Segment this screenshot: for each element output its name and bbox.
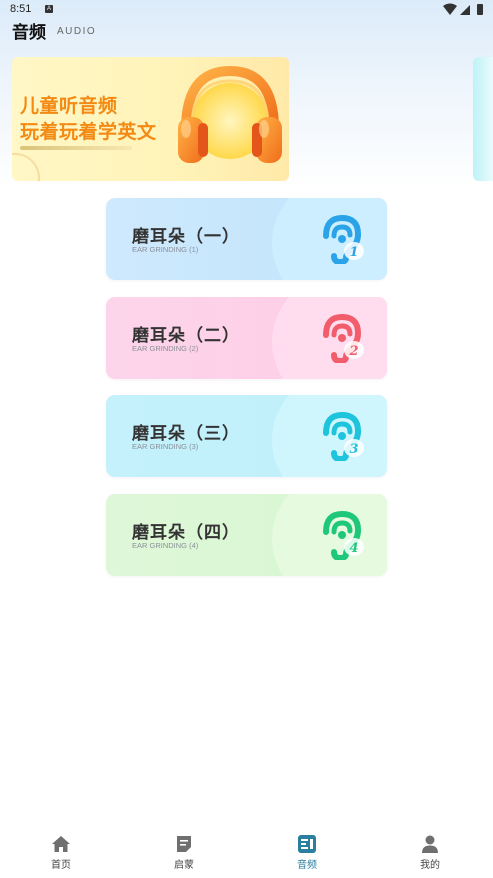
battery-icon bbox=[477, 4, 483, 15]
banner-decoration bbox=[12, 153, 40, 181]
card-subtitle: EAR GRINDING (2) bbox=[132, 344, 199, 353]
ear-grinding-card-3[interactable]: 磨耳朵（三） EAR GRINDING (3) 3 bbox=[106, 395, 387, 477]
user-icon bbox=[422, 835, 438, 853]
card-subtitle: EAR GRINDING (1) bbox=[132, 245, 199, 254]
nav-item-enlightenment[interactable]: 启蒙 bbox=[154, 826, 214, 878]
bottom-nav: 首页 启蒙 音频 我的 bbox=[0, 826, 493, 878]
ear-grinding-card-2[interactable]: 磨耳朵（二） EAR GRINDING (2) 2 bbox=[106, 297, 387, 379]
banner-tagline: 玩着玩着学英文 bbox=[20, 121, 157, 143]
ear-icon: 1 bbox=[323, 215, 364, 264]
headphones-icon bbox=[178, 65, 282, 163]
status-icons bbox=[443, 3, 483, 15]
status-time: 8:51 bbox=[10, 3, 32, 15]
banner[interactable]: 儿童听音频 玩着玩着学英文 bbox=[12, 57, 289, 181]
nav-label: 我的 bbox=[420, 860, 440, 871]
banner-next-slide[interactable] bbox=[473, 57, 493, 181]
card-badge: 1 bbox=[349, 245, 358, 260]
card-badge: 2 bbox=[348, 344, 358, 359]
nav-label: 首页 bbox=[51, 860, 71, 871]
ear-icon: 4 bbox=[323, 511, 364, 560]
banner-underline bbox=[20, 146, 132, 150]
ear-grinding-card-1[interactable]: 磨耳朵（一） EAR GRINDING (1) 1 bbox=[106, 198, 387, 280]
card-title: 磨耳朵（二） bbox=[132, 326, 240, 346]
nav-label: 音频 bbox=[297, 860, 317, 871]
card-subtitle: EAR GRINDING (3) bbox=[132, 442, 199, 451]
page-title: 音频 bbox=[12, 23, 46, 43]
card-title: 磨耳朵（一） bbox=[132, 227, 240, 247]
card-subtitle: EAR GRINDING (4) bbox=[132, 541, 199, 550]
card-title: 磨耳朵（三） bbox=[132, 424, 240, 444]
audio-list-icon bbox=[298, 835, 316, 853]
ear-icon: 3 bbox=[323, 412, 364, 461]
nav-item-profile[interactable]: 我的 bbox=[400, 826, 460, 878]
signal-icon bbox=[460, 5, 470, 15]
status-bar: 8:51 A bbox=[0, 0, 493, 20]
wifi-icon bbox=[443, 3, 457, 15]
notification-icon: A bbox=[45, 5, 53, 13]
home-icon bbox=[52, 836, 70, 852]
ear-grinding-card-4[interactable]: 磨耳朵（四） EAR GRINDING (4) 4 bbox=[106, 494, 387, 576]
page-subtitle: AUDIO bbox=[57, 26, 97, 37]
card-badge: 3 bbox=[349, 442, 358, 457]
nav-item-home[interactable]: 首页 bbox=[31, 826, 91, 878]
ear-icon: 2 bbox=[323, 314, 364, 363]
card-title: 磨耳朵（四） bbox=[132, 523, 240, 543]
nav-item-audio[interactable]: 音频 bbox=[277, 826, 337, 878]
note-icon bbox=[177, 836, 191, 852]
banner-headline: 儿童听音频 bbox=[20, 95, 118, 117]
card-badge: 4 bbox=[349, 541, 358, 556]
nav-label: 启蒙 bbox=[174, 860, 194, 871]
